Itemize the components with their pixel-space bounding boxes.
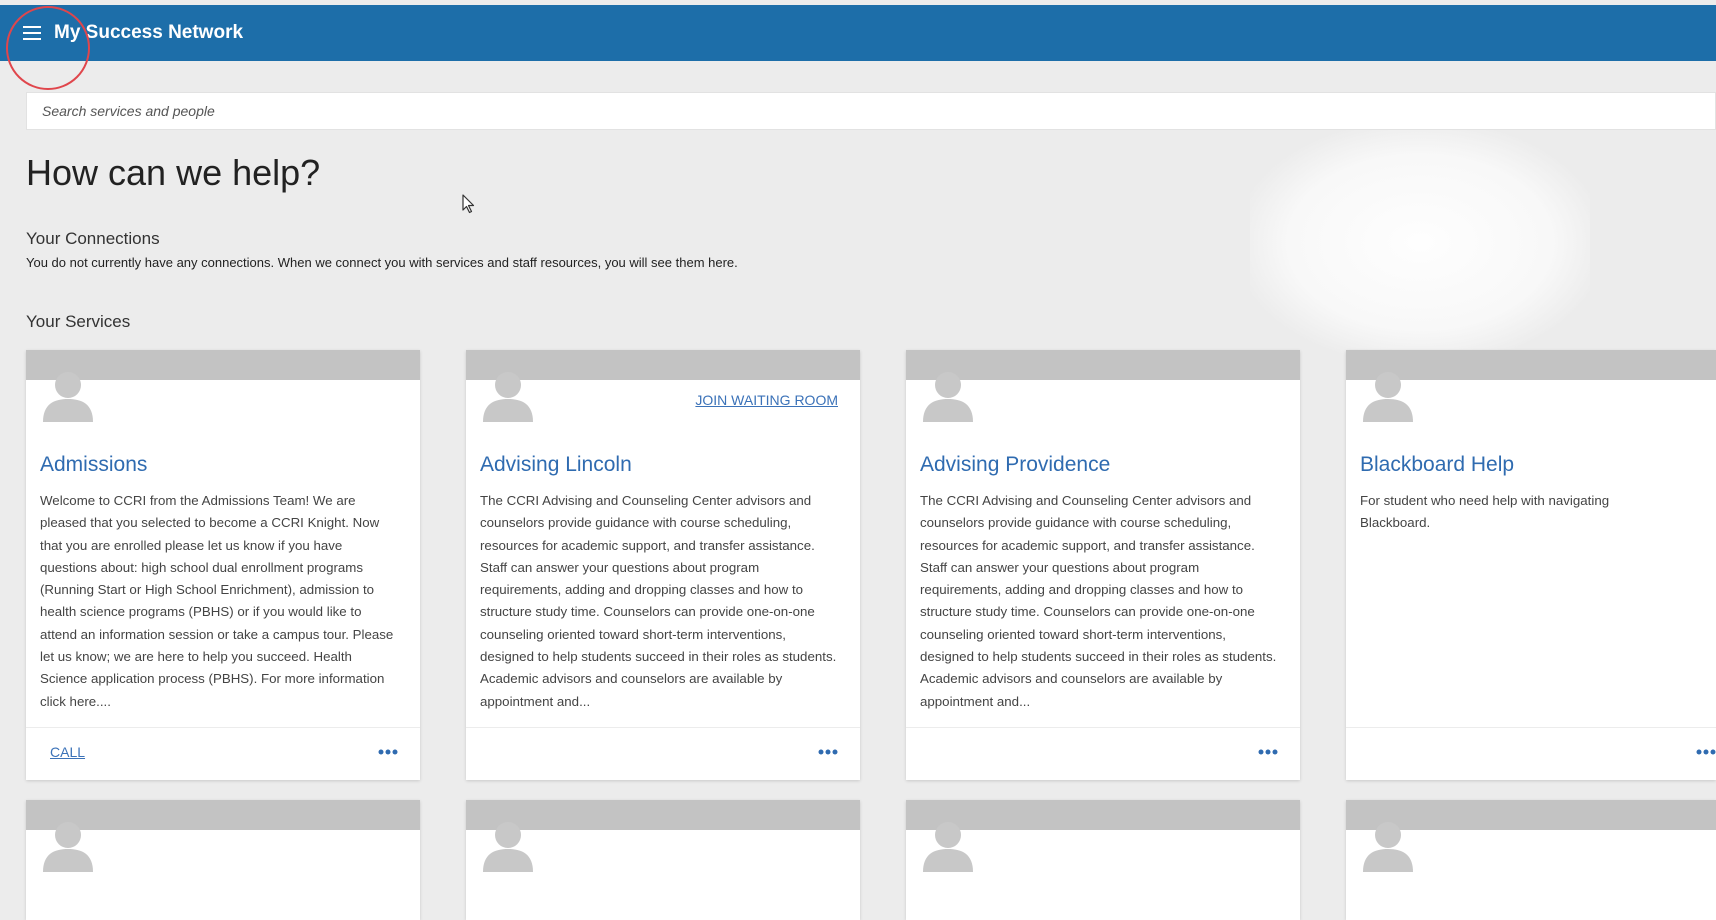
more-options-button[interactable] [1694,742,1716,762]
person-silhouette-icon [43,822,93,872]
more-options-button[interactable] [816,742,840,762]
ellipsis-horizontal-icon [378,749,398,755]
person-silhouette-icon [923,822,973,872]
card-title[interactable]: Advising Lincoln [480,453,632,477]
person-silhouette-icon [923,372,973,422]
service-card-advising-lincoln[interactable]: JOIN WAITING ROOM Advising Lincoln The C… [466,350,860,780]
connections-section-title: Your Connections [26,229,160,248]
card-footer: CALL [26,727,420,780]
card-footer [906,727,1300,780]
ellipsis-horizontal-icon [1258,749,1278,755]
search-bar [26,92,1716,130]
card-title[interactable]: Advising Providence [920,453,1110,477]
card-title[interactable]: Blackboard Help [1360,453,1514,477]
services-section-title: Your Services [26,312,131,331]
person-silhouette-icon [483,372,533,422]
service-card-advising-providence[interactable]: Advising Providence The CCRI Advising an… [906,350,1300,780]
person-silhouette-icon [1363,822,1413,872]
call-link[interactable]: CALL [50,744,85,760]
mouse-pointer-icon [462,194,475,214]
person-silhouette-icon [483,822,533,872]
card-description: The CCRI Advising and Counseling Center … [920,493,1277,709]
service-card[interactable] [906,800,1300,920]
app-title: My Success Network [54,22,244,43]
search-input[interactable] [27,102,1715,120]
person-silhouette-icon [43,372,93,422]
page-title: How can we help? [26,152,321,193]
hamburger-menu-button[interactable] [18,19,46,47]
service-card-blackboard-help[interactable]: Blackboard Help For student who need hel… [1346,350,1716,780]
ellipsis-horizontal-icon [818,749,838,755]
connections-empty-message: You do not currently have any connection… [26,255,738,270]
blurred-region [1250,130,1590,355]
service-card[interactable] [466,800,860,920]
service-card[interactable] [26,800,420,920]
join-waiting-room-link[interactable]: JOIN WAITING ROOM [695,392,838,408]
card-description: Welcome to CCRI from the Admissions Team… [40,493,394,709]
top-app-bar: My Success Network [0,5,1716,61]
more-options-button[interactable] [1256,742,1280,762]
card-description: For student who need help with navigatin… [1360,493,1610,531]
ellipsis-horizontal-icon [1696,749,1716,755]
card-description: The CCRI Advising and Counseling Center … [480,493,837,709]
card-title[interactable]: Admissions [40,453,147,477]
more-options-button[interactable] [376,742,400,762]
hamburger-menu-icon [23,26,41,40]
card-footer [1346,727,1716,780]
service-card-admissions[interactable]: Admissions Welcome to CCRI from the Admi… [26,350,420,780]
service-card[interactable] [1346,800,1716,920]
person-silhouette-icon [1363,372,1413,422]
card-footer [466,727,860,780]
